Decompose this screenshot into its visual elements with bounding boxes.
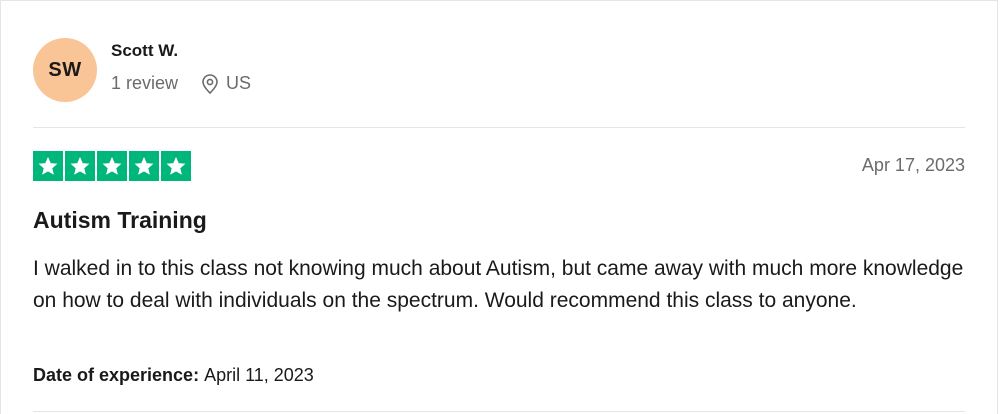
review-title[interactable]: Autism Training [33, 207, 207, 234]
country-code: US [226, 73, 252, 93]
divider [33, 127, 965, 128]
star-icon [129, 151, 159, 181]
star-icon [97, 151, 127, 181]
avatar[interactable]: SW [33, 38, 97, 102]
star-icon [33, 151, 63, 181]
date-of-experience: Date of experience: April 11, 2023 [33, 365, 314, 386]
reviewer-meta: 1 review US [111, 73, 251, 94]
star-icon [65, 151, 95, 181]
review-date: Apr 17, 2023 [861, 155, 965, 175]
review-body: I walked in to this class not knowing mu… [33, 257, 964, 312]
location-pin-icon [202, 73, 218, 94]
review-card: SW Scott W. 1 review US Apr 17, 2023 Aut… [0, 0, 998, 414]
avatar-initials: SW [48, 58, 82, 81]
star-icon [161, 151, 191, 181]
experience-label: Date of experience: [33, 365, 205, 385]
experience-date: April 11, 2023 [204, 365, 314, 385]
reviewer-location: US [202, 73, 251, 94]
star-rating [33, 151, 191, 181]
reviewer-name[interactable]: Scott W. [111, 41, 178, 61]
divider [33, 411, 965, 412]
review-count: 1 review [111, 73, 179, 93]
